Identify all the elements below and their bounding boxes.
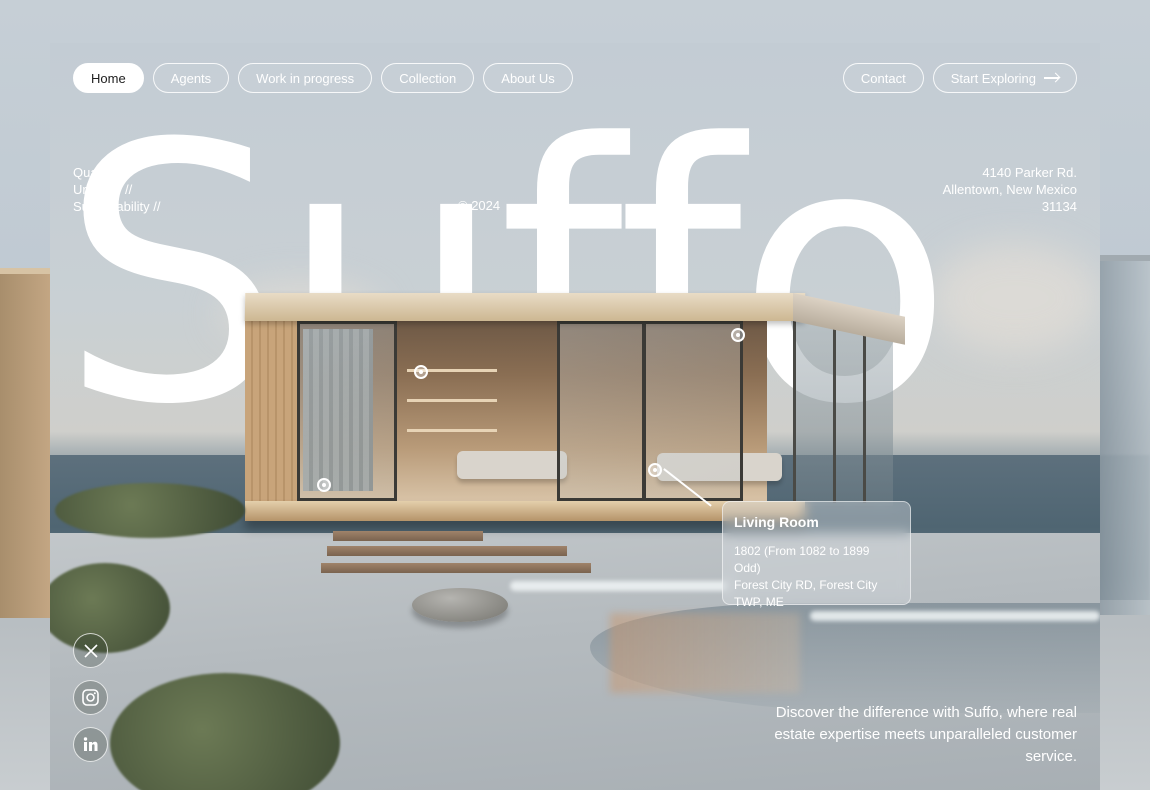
address-line: Allentown, New Mexico [942, 182, 1077, 197]
house-roof [244, 293, 806, 321]
mullion [833, 321, 836, 503]
social-links [73, 633, 108, 762]
instagram-icon [82, 689, 99, 706]
house-wall [245, 321, 297, 501]
hotspot[interactable] [731, 328, 745, 342]
background-cabin-right [1100, 255, 1150, 615]
wave [810, 611, 1100, 621]
shelf [407, 429, 497, 432]
nav-agents[interactable]: Agents [152, 63, 230, 93]
hotspot[interactable] [414, 365, 428, 379]
hotspot-living-room[interactable] [648, 463, 662, 477]
copyright: © 2024 [458, 198, 501, 213]
nav-collection[interactable]: Collection [381, 63, 475, 93]
glass-door [297, 321, 397, 501]
secondary-nav: Contact Start Exploring [842, 63, 1077, 93]
sofa [457, 451, 567, 479]
nav-home[interactable]: Home [73, 63, 144, 93]
arrow-right-icon [1044, 77, 1059, 79]
stone [412, 588, 508, 622]
step [327, 546, 567, 556]
step [321, 563, 591, 573]
house-floor [245, 501, 805, 521]
wave [510, 581, 730, 591]
contact-button[interactable]: Contact [842, 63, 924, 93]
value-item: Sustainability // [73, 199, 161, 214]
linkedin-link[interactable] [73, 727, 108, 762]
address-line: 4140 Parker Rd. [982, 165, 1077, 180]
mullion [863, 321, 866, 503]
main-nav: Home Agents Work in progress Collection … [73, 63, 573, 93]
hotspot[interactable] [317, 478, 331, 492]
hero-card: Suffo Living Room 1802 (From 1082 to 189… [50, 43, 1100, 790]
bush [55, 483, 245, 538]
nav-about-us[interactable]: About Us [483, 63, 573, 93]
value-item: Quality // [73, 165, 125, 180]
shelf [407, 399, 497, 402]
step [333, 531, 483, 541]
address-line: 31134 [1041, 199, 1077, 214]
room-info-line: 1802 (From 1082 to 1899 Odd) [734, 544, 870, 575]
house-glass-wall [793, 321, 893, 506]
house-reflection [610, 613, 800, 693]
tagline: Discover the difference with Suffo, wher… [774, 704, 1077, 765]
address: 4140 Parker Rd. Allentown, New Mexico 31… [943, 164, 1077, 215]
start-exploring-label: Start Exploring [950, 70, 1036, 86]
glass-door [557, 321, 645, 501]
values-list: Quality // Urbanity // Sustainability // [73, 164, 160, 215]
room-info-line: TWP, ME [734, 595, 784, 609]
linkedin-icon [83, 737, 98, 751]
house-image [244, 293, 905, 533]
background-cabin-left [0, 268, 52, 618]
nav-work-in-progress[interactable]: Work in progress [238, 63, 373, 93]
x-link[interactable] [73, 633, 108, 668]
start-exploring-button[interactable]: Start Exploring [932, 63, 1077, 93]
room-info-card[interactable]: Living Room 1802 (From 1082 to 1899 Odd)… [722, 501, 911, 609]
room-info-line: Forest City RD, Forest City [734, 578, 878, 592]
value-item: Urbanity // [73, 182, 133, 197]
instagram-link[interactable] [73, 680, 108, 715]
room-info-title: Living Room [734, 514, 819, 530]
x-icon [83, 643, 98, 658]
